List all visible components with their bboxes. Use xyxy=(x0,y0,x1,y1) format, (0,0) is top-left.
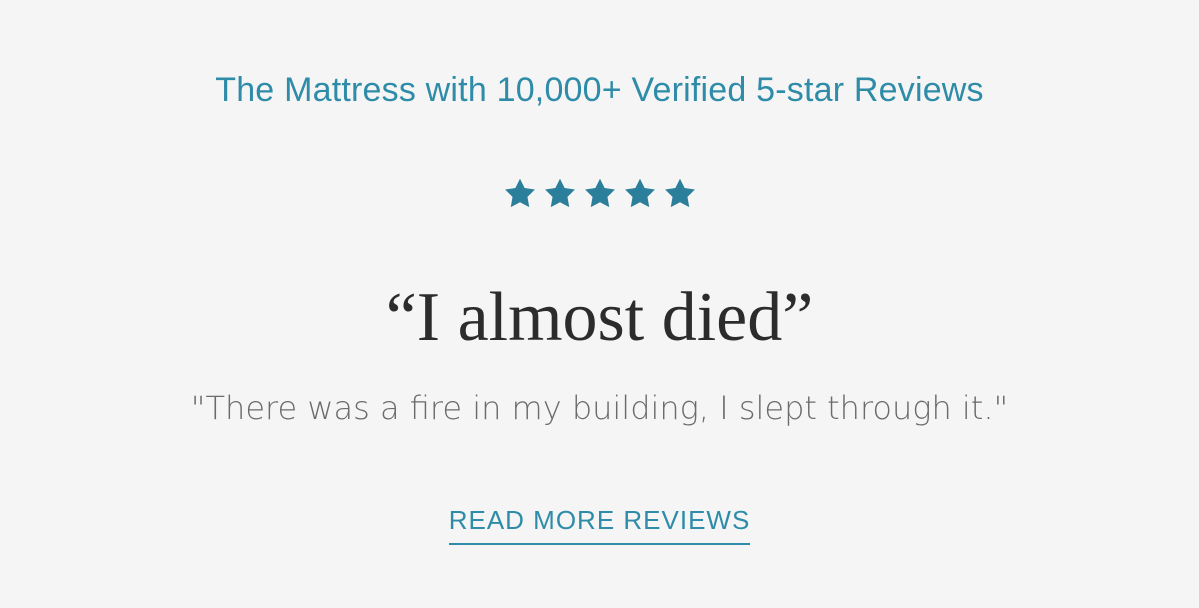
star-rating xyxy=(0,176,1199,212)
review-quote: "There was a fire in my building, I slep… xyxy=(190,389,1009,427)
read-more-reviews-link[interactable]: READ MORE REVIEWS xyxy=(448,504,751,545)
cta-container: READ MORE REVIEWS xyxy=(0,504,1199,545)
headline: The Mattress with 10,000+ Verified 5-sta… xyxy=(215,71,984,109)
star-icon xyxy=(542,176,578,212)
star-icon xyxy=(502,176,538,212)
reviews-banner: The Mattress with 10,000+ Verified 5-sta… xyxy=(0,0,1199,608)
star-icon xyxy=(662,176,698,212)
star-icon xyxy=(622,176,658,212)
star-icon xyxy=(582,176,618,212)
review-title: “I almost died” xyxy=(385,279,814,356)
